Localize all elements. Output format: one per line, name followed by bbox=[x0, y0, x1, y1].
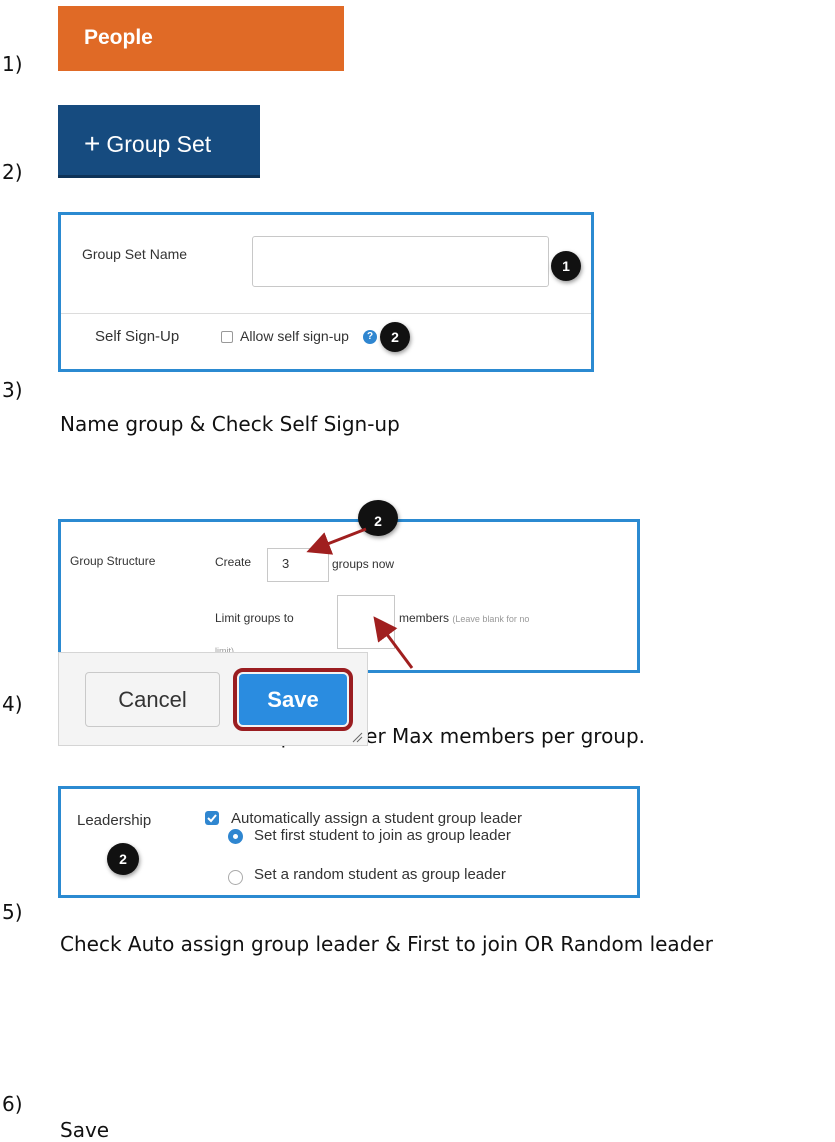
callout-badge: 2 bbox=[107, 843, 139, 875]
random-student-option-label: Set a random student as group leader bbox=[254, 866, 506, 883]
auto-assign-checkbox[interactable] bbox=[205, 811, 219, 825]
cancel-button[interactable]: Cancel bbox=[85, 672, 220, 727]
first-student-radio[interactable] bbox=[228, 829, 243, 844]
save-button[interactable]: Save bbox=[239, 674, 347, 725]
step-caption: Check Auto assign group leader & First t… bbox=[60, 932, 713, 956]
leadership-label: Leadership bbox=[77, 812, 152, 829]
random-student-radio[interactable] bbox=[228, 870, 243, 885]
arrow-to-group-count bbox=[306, 527, 367, 555]
first-student-option-label: Set first student to join as group leade… bbox=[254, 827, 511, 844]
step-caption: Save bbox=[60, 1118, 110, 1142]
radio-dot-icon bbox=[233, 834, 238, 839]
auto-assign-label: Automatically assign a student group lea… bbox=[231, 810, 523, 827]
arrow-to-member-limit bbox=[373, 616, 414, 669]
checkmark-icon bbox=[207, 814, 217, 823]
resize-grip-icon bbox=[352, 732, 363, 743]
callout-arrows bbox=[125, 527, 414, 887]
